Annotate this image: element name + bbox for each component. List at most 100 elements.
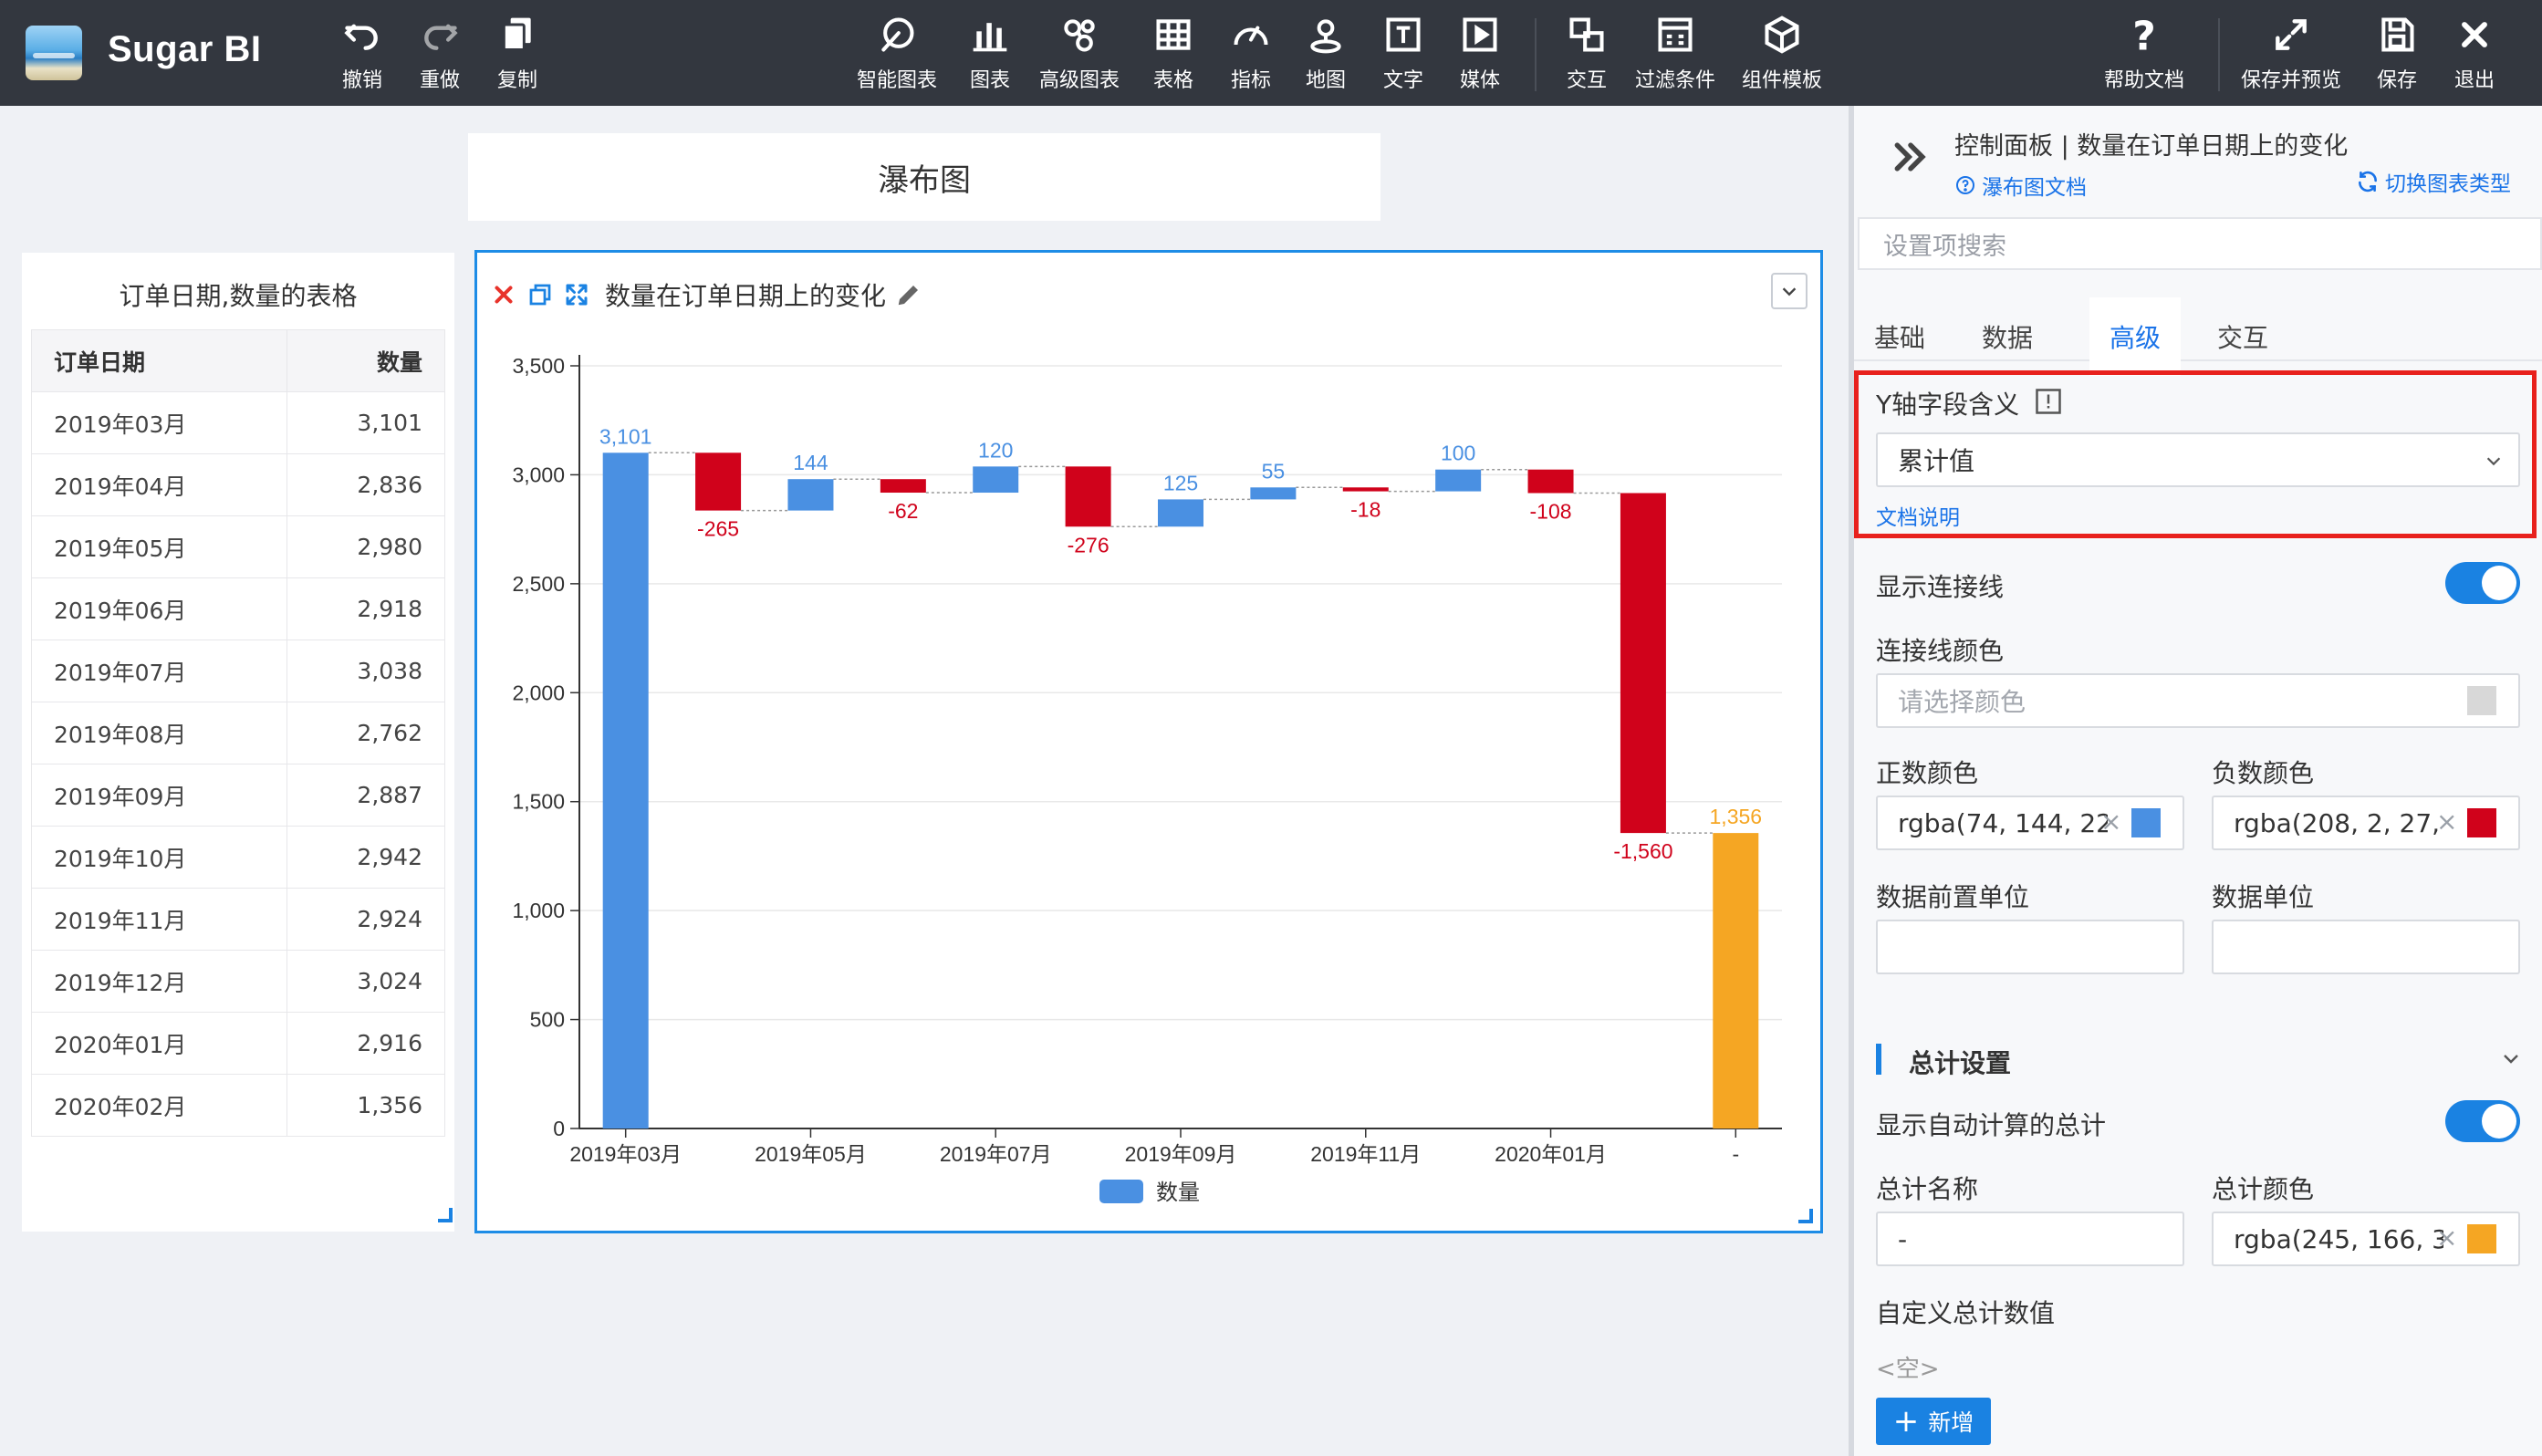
chart-header: 数量在订单日期上的变化: [490, 276, 932, 313]
indicator-button[interactable]: 指标: [1231, 15, 1271, 95]
save-button[interactable]: 保存: [2377, 15, 2417, 95]
cell-quantity: 2,916: [286, 1012, 446, 1075]
table-row: 2019年06月 2,918: [31, 577, 446, 640]
unit-label: 数据单位: [2212, 882, 2315, 912]
show-connector-toggle[interactable]: [2445, 562, 2520, 604]
legend-swatch: [1099, 1180, 1143, 1203]
expand-icon: [2276, 19, 2307, 50]
smart-chart-button[interactable]: 智能图表: [857, 15, 937, 95]
connector-color-input[interactable]: 请选择颜色: [1876, 673, 2520, 728]
y-tick-label: 1,500: [512, 790, 565, 814]
clear-icon[interactable]: ×: [2100, 806, 2121, 837]
data-label: -265: [697, 517, 739, 541]
tab-interaction[interactable]: 交互: [2197, 297, 2288, 376]
tab-advanced[interactable]: 高级: [2089, 297, 2181, 376]
column-header-date[interactable]: 订单日期: [31, 329, 287, 392]
chart-button[interactable]: 图表: [970, 15, 1010, 95]
fullscreen-icon[interactable]: [563, 281, 590, 308]
table-button[interactable]: 表格: [1153, 15, 1193, 95]
copy-button[interactable]: 复制: [497, 15, 537, 95]
cell-quantity: 2,924: [286, 888, 446, 951]
cell-date: 2019年07月: [31, 640, 287, 702]
exit-button[interactable]: 退出: [2454, 15, 2495, 95]
y-tick-label: 1,000: [512, 899, 565, 922]
data-label: -62: [888, 499, 918, 523]
y-tick-label: 2,500: [512, 572, 565, 596]
bar-chart-icon: [973, 23, 1007, 52]
total-settings-header[interactable]: 总计设置: [1909, 1044, 2011, 1080]
total-color-swatch[interactable]: [2467, 1224, 2496, 1253]
section-accent-bar: [1876, 1044, 1881, 1075]
waterfall-bar: [1713, 833, 1759, 1128]
clear-icon[interactable]: ×: [2436, 1222, 2457, 1253]
clear-icon[interactable]: ×: [2436, 806, 2457, 837]
advanced-chart-button[interactable]: 高级图表: [1039, 15, 1120, 95]
prefix-unit-label: 数据前置单位: [1876, 882, 2030, 912]
help-doc-button[interactable]: ? 帮助文档: [2104, 15, 2184, 95]
negative-color-swatch[interactable]: [2467, 808, 2496, 837]
data-label: -276: [1068, 533, 1110, 556]
chart-widget[interactable]: 0 500 1,000 1,500 2,000 2,500 3,000 3,500 3,101 -…: [474, 250, 1823, 1233]
prefix-unit-input[interactable]: [1876, 920, 2184, 974]
custom-total-label: 自定义总计数值: [1876, 1298, 2056, 1328]
table-row: 2019年04月 2,836: [31, 453, 446, 516]
resize-handle[interactable]: [1798, 1209, 1813, 1223]
highlight-annotation-box: [1854, 370, 2537, 538]
chevron-down-icon[interactable]: [2500, 1047, 2522, 1069]
interaction-icon: [1569, 17, 1604, 52]
settings-search-input[interactable]: 设置项搜索: [1858, 217, 2542, 270]
unit-input[interactable]: [2212, 920, 2520, 974]
advanced-chart-icon: [1064, 19, 1095, 52]
tab-data[interactable]: 数据: [1962, 297, 2053, 376]
interaction-button[interactable]: 交互: [1567, 15, 1607, 95]
plus-icon: +: [1892, 1403, 1920, 1440]
double-chevron-right-icon[interactable]: [1891, 137, 1931, 177]
redo-button[interactable]: 重做: [420, 15, 460, 95]
map-button[interactable]: 地图: [1306, 15, 1346, 95]
copy-icon: [502, 17, 531, 51]
cell-quantity: 2,836: [286, 453, 446, 516]
column-header-quantity[interactable]: 数量: [286, 329, 446, 392]
component-template-button[interactable]: 组件模板: [1742, 15, 1822, 95]
tab-basic[interactable]: 基础: [1854, 297, 1945, 376]
undo-button[interactable]: 撤销: [342, 15, 382, 95]
waterfall-doc-link[interactable]: 瀑布图文档: [1954, 170, 2087, 201]
data-label: 3,101: [599, 424, 652, 448]
table-row: 2019年08月 2,762: [31, 702, 446, 764]
question-icon: ?: [2132, 15, 2156, 55]
delete-icon[interactable]: [490, 281, 517, 308]
total-name-input[interactable]: -: [1876, 1212, 2184, 1266]
media-button[interactable]: 媒体: [1460, 15, 1500, 95]
table-row: 2019年11月 2,924: [31, 888, 446, 951]
positive-color-swatch[interactable]: [2131, 808, 2161, 837]
text-button[interactable]: 文字: [1383, 15, 1423, 95]
waterfall-bar: [880, 479, 926, 494]
switch-chart-type-link[interactable]: 切换图表类型: [2356, 166, 2511, 197]
filter-button[interactable]: 过滤条件: [1635, 15, 1715, 95]
table-row: 2019年03月 3,101: [31, 391, 446, 454]
svg-text:?: ?: [2132, 15, 2156, 55]
table-row: 2020年02月 1,356: [31, 1074, 446, 1137]
data-label: -18: [1350, 498, 1380, 522]
table-widget[interactable]: 订单日期,数量的表格 订单日期 数量 2019年03月 3,101 2019年04…: [22, 253, 454, 1232]
add-button[interactable]: + 新增: [1876, 1398, 1991, 1445]
page-title-card[interactable]: 瀑布图: [468, 133, 1380, 221]
show-total-toggle[interactable]: [2445, 1100, 2520, 1142]
smart-chart-icon: [881, 17, 914, 52]
connector-color-swatch[interactable]: [2467, 686, 2496, 715]
cell-date: 2019年08月: [31, 702, 287, 764]
cell-quantity: 3,101: [286, 391, 446, 454]
table-row: 2019年10月 2,942: [31, 826, 446, 889]
cell-date: 2019年03月: [31, 391, 287, 454]
edit-pencil-icon[interactable]: [895, 281, 922, 308]
resize-handle[interactable]: [438, 1208, 453, 1222]
total-name-label: 总计名称: [1876, 1174, 1979, 1204]
save-preview-button[interactable]: 保存并预览: [2241, 15, 2341, 95]
x-tick-label: -: [1732, 1142, 1739, 1166]
waterfall-bar: [1065, 466, 1111, 527]
data-label: -1,560: [1613, 839, 1672, 863]
data-label: 1,356: [1710, 805, 1763, 828]
chart-menu-dropdown[interactable]: [1771, 273, 1808, 309]
legend-label: 数量: [1156, 1180, 1200, 1205]
duplicate-icon[interactable]: [526, 281, 554, 308]
